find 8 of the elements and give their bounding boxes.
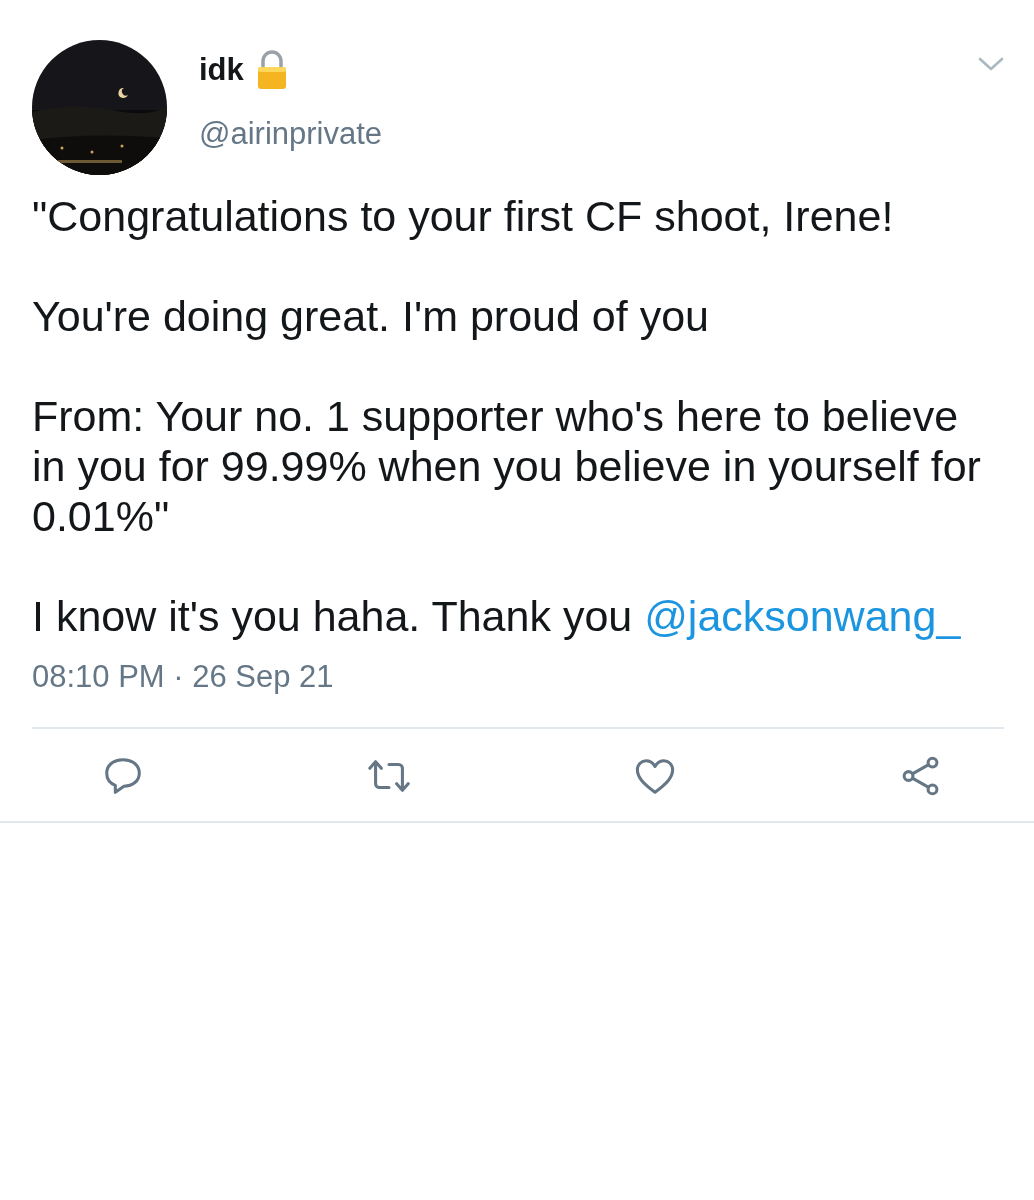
user-handle: @airinprivate	[199, 116, 383, 152]
tweet-timestamp: 08:10 PM · 26 Sep 21	[32, 659, 334, 695]
tweet-paragraph: "Congratulations to your first CF shoot, Irene!	[32, 191, 895, 241]
mention-link[interactable]: @jacksonwang_	[644, 592, 961, 640]
tweet-paragraph: I know it's you haha. Thank you @jacksonwang_	[32, 591, 962, 641]
tweet-paragraph: You're doing great. I'm proud of you	[32, 291, 710, 341]
display-name: idk	[199, 52, 244, 88]
tweet-paragraph: From: Your no. 1 supporter who's here to believe in you for 99.99% when you believe in yourself for 0.01%"	[32, 391, 982, 541]
